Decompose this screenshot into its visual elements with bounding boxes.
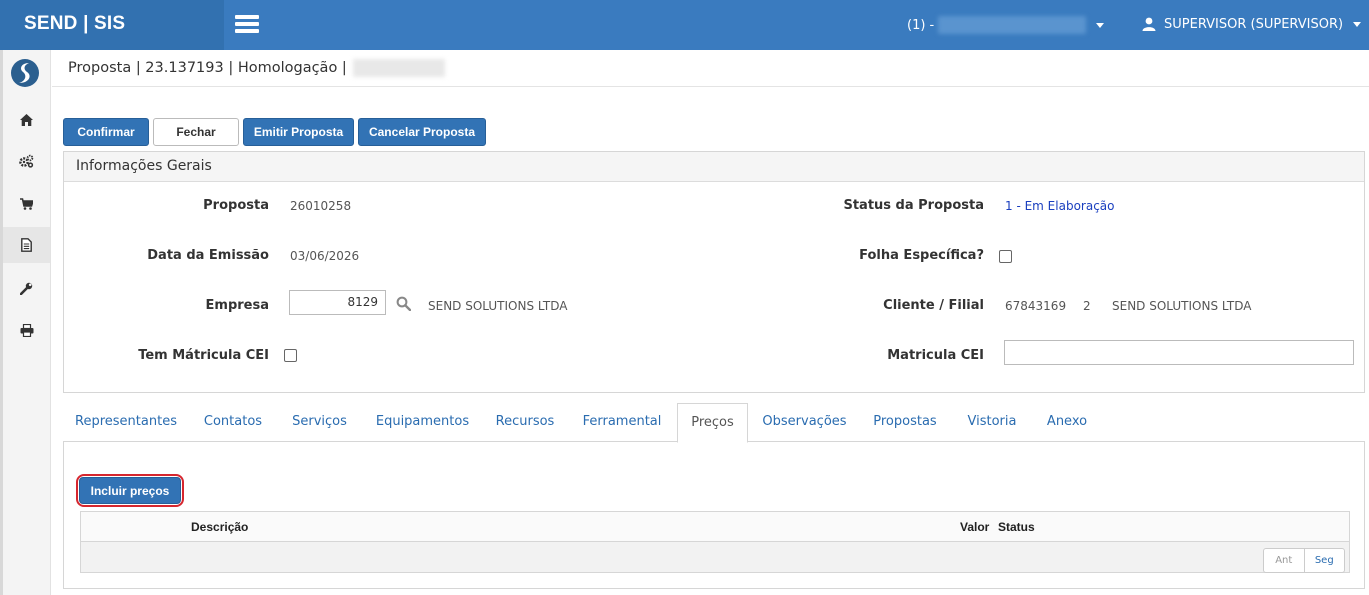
emit-proposal-button[interactable]: Emitir Proposta [243,118,354,146]
home-icon [20,114,33,126]
brand-logo[interactable]: SEND | SIS [0,0,224,50]
sidebar-item-tools[interactable] [3,270,50,306]
panel-title: Informações Gerais [64,152,1364,182]
table-header: Descrição Valor Status [81,512,1349,542]
cart-icon [20,198,33,210]
pager: Ant Seg [1263,548,1345,573]
tab-representantes[interactable]: Representantes [63,403,189,442]
top-bar: SEND | SIS (1) - SUPERVISOR (SUPERVISOR) [0,0,1369,50]
sidebar-item-home[interactable] [3,102,50,138]
menu-toggle-icon[interactable] [235,15,259,33]
divider [52,86,1369,87]
cliente-filial: 2 [1083,299,1091,313]
sidebar-item-documents[interactable] [3,227,50,263]
folha-checkbox[interactable] [999,250,1012,263]
company-name-redacted [938,16,1087,34]
tab-anexo[interactable]: Anexo [1035,403,1099,442]
cei-label: Tem Mátricula CEI [138,348,269,363]
chevron-down-icon [1353,21,1362,27]
cliente-name: SEND SOLUTIONS LTDA [1112,299,1252,313]
column-status[interactable]: Status [998,520,1035,534]
sidebar-item-print[interactable] [3,312,50,348]
chevron-down-icon [1096,22,1105,28]
tab-vistoria[interactable]: Vistoria [951,403,1033,442]
confirm-button[interactable]: Confirmar [63,118,149,146]
status-value: 1 - Em Elaboração [1005,199,1115,213]
sidebar-item-settings[interactable] [3,143,50,179]
tab-observacoes[interactable]: Observações [750,403,859,442]
breadcrumb-text: Proposta | 23.137193 | Homologação | [68,60,347,76]
sidebar-item-cart[interactable] [3,186,50,222]
breadcrumb: Proposta | 23.137193 | Homologação | [68,59,445,77]
close-button[interactable]: Fechar [153,118,239,146]
cliente-label: Cliente / Filial [883,298,984,313]
user-menu[interactable]: SUPERVISOR (SUPERVISOR) [1142,14,1362,34]
column-valor[interactable]: Valor [960,520,989,534]
status-label: Status da Proposta [843,198,984,213]
include-prices-button[interactable]: Incluir preços [79,477,181,504]
company-selector[interactable]: (1) - [907,15,1105,35]
empresa-label: Empresa [205,298,269,313]
print-icon [20,323,33,337]
tab-servicos[interactable]: Serviços [277,403,362,442]
empresa-code-input[interactable]: 8129 [289,290,386,315]
breadcrumb-redacted [352,59,445,77]
cancel-proposal-button[interactable]: Cancelar Proposta [358,118,486,146]
cliente-code: 67843169 [1005,299,1067,313]
gears-icon [19,154,34,168]
tab-precos[interactable]: Preços [677,403,748,443]
data-emissao-label: Data da Emissão [147,248,269,263]
tab-propostas[interactable]: Propostas [861,403,949,442]
proposta-label: Proposta [203,198,269,213]
search-icon[interactable] [396,296,411,311]
empresa-name: SEND SOLUTIONS LTDA [428,299,568,313]
user-label: SUPERVISOR (SUPERVISOR) [1164,16,1344,32]
folha-label: Folha Específica? [859,248,984,263]
company-label: (1) - [907,17,935,33]
tab-contatos[interactable]: Contatos [191,403,275,442]
tab-bar: Representantes Contatos Serviços Equipam… [63,403,1365,443]
tab-recursos[interactable]: Recursos [483,403,567,442]
proposta-value: 26010258 [290,199,352,213]
sidebar [3,50,51,595]
matricula-label: Matricula CEI [887,348,984,363]
wrench-icon [20,282,33,295]
document-icon [21,238,32,252]
prices-table: Descrição Valor Status Ant Seg [80,511,1350,573]
pager-next-button[interactable]: Seg [1305,549,1345,572]
matricula-input[interactable] [1004,340,1354,365]
pager-prev-button[interactable]: Ant [1264,549,1305,572]
data-emissao-value: 03/06/2026 [290,249,360,263]
user-icon [1142,17,1156,31]
tab-ferramental[interactable]: Ferramental [569,403,675,442]
app-logo-icon [11,59,39,87]
cei-checkbox[interactable] [284,349,297,362]
tab-equipamentos[interactable]: Equipamentos [364,403,481,442]
column-descricao[interactable]: Descrição [191,520,248,534]
